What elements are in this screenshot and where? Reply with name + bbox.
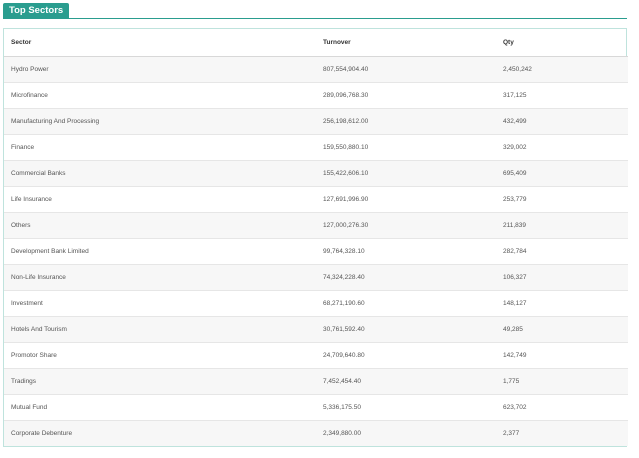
table-header-row: Sector Turnover Qty [4,29,628,57]
sector-cell: Corporate Debenture [4,419,316,446]
table-body: Hydro Power 807,554,904.40 2,450,242 Microf… [4,56,628,446]
sector-cell: Commercial Banks [4,159,316,186]
turnover-cell: 2,349,880.00 [316,419,496,446]
table-row[interactable]: Hotels And Tourism 30,761,592.40 49,285 [4,315,628,342]
panel-divider [3,18,627,19]
turnover-cell: 289,096,768.30 [316,81,496,108]
sector-cell: Promotor Share [4,341,316,368]
column-header-qty[interactable]: Qty [496,29,628,57]
top-sectors-table: Sector Turnover Qty Hydro Power 807,554,9… [4,29,628,446]
qty-cell: 1,775 [496,367,628,394]
top-sectors-table-container: Sector Turnover Qty Hydro Power 807,554,9… [3,28,628,447]
sector-cell: Mutual Fund [4,393,316,420]
turnover-cell: 807,554,904.40 [316,56,496,82]
sector-cell: Microfinance [4,81,316,108]
turnover-cell: 7,452,454.40 [316,367,496,394]
sector-cell: Manufacturing And Processing [4,107,316,134]
table-row[interactable]: Commercial Banks 155,422,606.10 695,409 [4,159,628,186]
qty-cell: 695,409 [496,159,628,186]
qty-cell: 329,002 [496,133,628,160]
panel-header: Top Sectors [0,0,639,20]
table-row[interactable]: Hydro Power 807,554,904.40 2,450,242 [4,56,628,82]
sector-cell: Investment [4,289,316,316]
table-row[interactable]: Mutual Fund 5,336,175.50 623,702 [4,393,628,420]
sector-cell: Life Insurance [4,185,316,212]
turnover-cell: 99,764,328.10 [316,237,496,264]
table-row[interactable]: Finance 159,550,880.10 329,002 [4,133,628,160]
sector-cell: Tradings [4,367,316,394]
turnover-cell: 68,271,190.60 [316,289,496,316]
column-header-sector[interactable]: Sector [4,29,316,57]
table-row[interactable]: Corporate Debenture 2,349,880.00 2,377 [4,419,628,446]
sector-cell: Finance [4,133,316,160]
sector-cell: Hotels And Tourism [4,315,316,342]
table-row[interactable]: Manufacturing And Processing 256,198,612.… [4,107,628,134]
qty-cell: 432,499 [496,107,628,134]
qty-cell: 148,127 [496,289,628,316]
table-row[interactable]: Life Insurance 127,691,996.90 253,779 [4,185,628,212]
table-row[interactable]: Others 127,000,276.30 211,839 [4,211,628,238]
turnover-cell: 127,000,276.30 [316,211,496,238]
turnover-cell: 155,422,606.10 [316,159,496,186]
turnover-cell: 24,709,640.80 [316,341,496,368]
table-row[interactable]: Development Bank Limited 99,764,328.10 282… [4,237,628,264]
qty-cell: 106,327 [496,263,628,290]
turnover-cell: 159,550,880.10 [316,133,496,160]
sector-cell: Hydro Power [4,56,316,82]
qty-cell: 142,749 [496,341,628,368]
qty-cell: 282,784 [496,237,628,264]
sector-cell: Others [4,211,316,238]
turnover-cell: 127,691,996.90 [316,185,496,212]
qty-cell: 2,450,242 [496,56,628,82]
table-row[interactable]: Promotor Share 24,709,640.80 142,749 [4,341,628,368]
table-row[interactable]: Non-Life Insurance 74,324,228.40 106,327 [4,263,628,290]
table-row[interactable]: Microfinance 289,096,768.30 317,125 [4,81,628,108]
column-header-turnover[interactable]: Turnover [316,29,496,57]
turnover-cell: 74,324,228.40 [316,263,496,290]
table-row[interactable]: Investment 68,271,190.60 148,127 [4,289,628,316]
qty-cell: 211,839 [496,211,628,238]
sector-cell: Non-Life Insurance [4,263,316,290]
qty-cell: 623,702 [496,393,628,420]
qty-cell: 49,285 [496,315,628,342]
turnover-cell: 5,336,175.50 [316,393,496,420]
panel-title-tab[interactable]: Top Sectors [3,3,70,19]
qty-cell: 2,377 [496,419,628,446]
qty-cell: 317,125 [496,81,628,108]
turnover-cell: 256,198,612.00 [316,107,496,134]
qty-cell: 253,779 [496,185,628,212]
turnover-cell: 30,761,592.40 [316,315,496,342]
table-row[interactable]: Tradings 7,452,454.40 1,775 [4,367,628,394]
sector-cell: Development Bank Limited [4,237,316,264]
